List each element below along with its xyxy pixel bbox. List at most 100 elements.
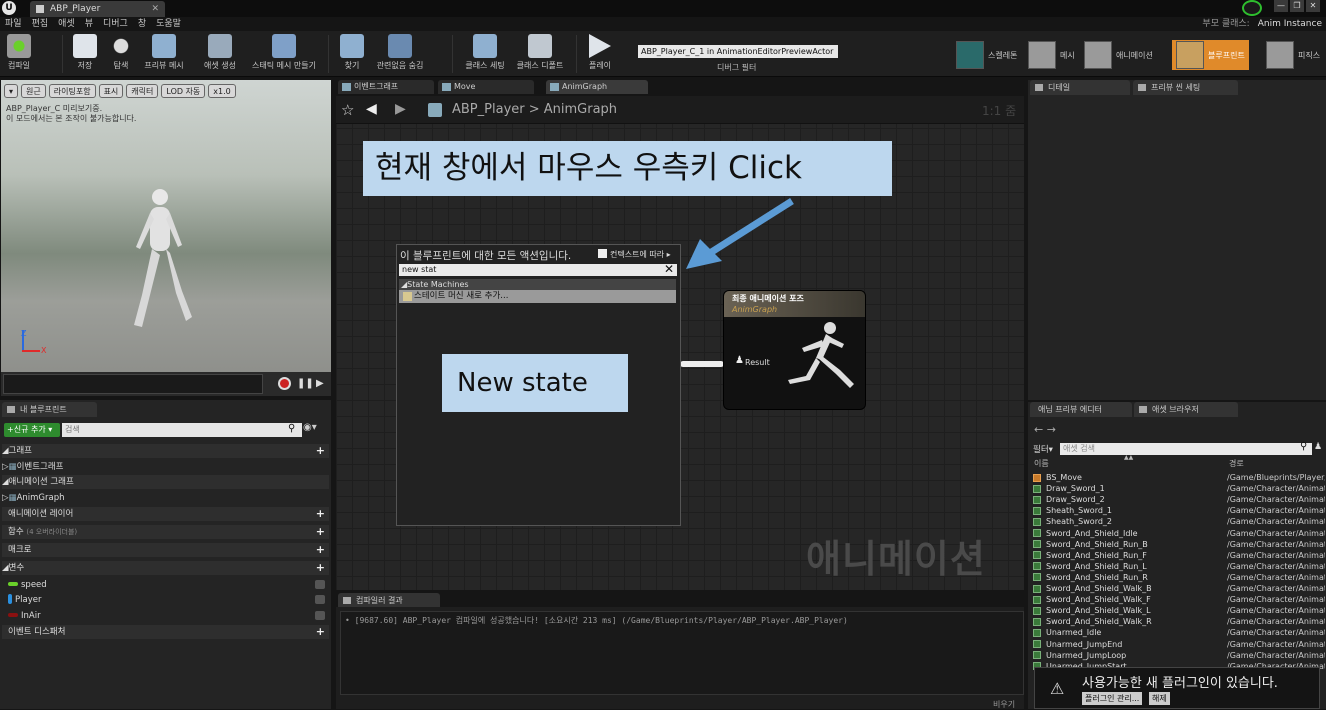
asset-row[interactable]: Sword_And_Shield_Walk_B/Game/Character/A… <box>1033 583 1326 594</box>
close-tab-icon[interactable]: ✕ <box>151 1 159 17</box>
mode-physics[interactable]: 피직스 <box>1266 40 1320 70</box>
forward-arrow-icon[interactable]: ▶ <box>395 101 406 117</box>
compiler-results-tab[interactable]: 컴파일러 결과 <box>338 593 440 608</box>
asset-row[interactable]: Unarmed_Idle/Game/Character/Animat <box>1033 627 1326 638</box>
result-pin-icon[interactable]: ♟ <box>735 355 744 366</box>
variable-row[interactable]: InAir <box>2 609 329 623</box>
minimize-button[interactable]: — <box>1274 0 1288 12</box>
show-button[interactable]: 표시 <box>98 84 124 98</box>
menu-edit[interactable]: 편집 <box>27 17 54 31</box>
details-tab[interactable]: 디테일 <box>1030 80 1130 95</box>
anim-graph-item[interactable]: ▷▦AnimGraph <box>2 491 329 505</box>
category-dispatchers[interactable]: 이벤트 디스패처 + <box>2 625 329 639</box>
context-sensitive-checkbox[interactable] <box>598 249 607 258</box>
lod-button[interactable]: LOD 자동 <box>161 84 206 98</box>
category-variables[interactable]: ◢변수 + <box>2 561 329 575</box>
add-variable-icon[interactable]: + <box>316 561 325 575</box>
mode-mesh[interactable]: 메시 <box>1028 40 1075 70</box>
breadcrumb[interactable]: ABP_Player > AnimGraph <box>452 102 617 117</box>
clear-search-icon[interactable]: ✕ <box>664 262 674 276</box>
anim-preview-editor-tab[interactable]: 애님 프리뷰 에디터 <box>1030 402 1132 417</box>
asset-browser-tab[interactable]: 애셋 브라우저 <box>1134 402 1238 417</box>
menu-view[interactable]: 뷰 <box>80 17 98 31</box>
add-function-icon[interactable]: + <box>316 525 325 539</box>
record-button[interactable] <box>278 377 291 390</box>
make-static-mesh-button[interactable]: 스태틱 메시 만들기 <box>250 34 318 76</box>
compile-button[interactable]: 컴파일 <box>4 34 34 76</box>
my-blueprint-tab[interactable]: 내 블루프린트 <box>2 402 97 417</box>
asset-row[interactable]: Sword_And_Shield_Run_F/Game/Character/An… <box>1033 550 1326 561</box>
perspective-button[interactable]: 원근 <box>21 84 46 98</box>
column-path-header[interactable]: 경로 <box>1229 458 1244 469</box>
category-macros[interactable]: 매크로 + <box>2 543 329 557</box>
asset-row[interactable]: Sword_And_Shield_Run_L/Game/Character/An… <box>1033 561 1326 572</box>
menu-debug[interactable]: 디버그 <box>98 17 133 31</box>
class-settings-button[interactable]: 클래스 세팅 <box>462 34 508 76</box>
add-dispatcher-icon[interactable]: + <box>316 625 325 639</box>
browse-button[interactable]: 탐색 <box>106 34 136 76</box>
category-anim-graphs[interactable]: ◢애니메이션 그래프 <box>2 475 329 489</box>
preview-mesh-button[interactable]: 프리뷰 메시 <box>142 34 186 76</box>
add-layer-icon[interactable]: + <box>316 507 325 521</box>
source-control-icon[interactable] <box>1242 0 1262 16</box>
add-new-button[interactable]: +신규 추가 ▾ <box>4 423 60 437</box>
asset-row[interactable]: Sword_And_Shield_Run_R/Game/Character/An… <box>1033 572 1326 583</box>
asset-row[interactable]: Sword_And_Shield_Idle/Game/Character/Ani… <box>1033 528 1326 539</box>
clear-log-button[interactable]: 비우기 <box>993 699 1015 710</box>
filter-button[interactable]: 필터▾ <box>1033 443 1053 455</box>
menu-file[interactable]: 파일 <box>0 17 27 31</box>
debug-object-select[interactable]: ABP_Player_C_1 in AnimationEditorPreview… <box>638 45 838 58</box>
tab-anim-graph[interactable]: AnimGraph <box>546 80 648 94</box>
tab-move[interactable]: Move <box>438 80 534 94</box>
visibility-icon[interactable] <box>315 595 325 604</box>
add-state-machine-item[interactable]: 스테이트 머신 새로 추가... <box>399 290 676 303</box>
visibility-icon[interactable] <box>315 580 325 589</box>
parent-class-value[interactable]: Anim Instance <box>1258 17 1322 31</box>
maximize-button[interactable]: ❐ <box>1290 0 1304 12</box>
save-button[interactable]: 저장 <box>70 34 100 76</box>
play-button[interactable]: 플레이 <box>586 34 614 76</box>
class-defaults-button[interactable]: 클래스 디폴트 <box>514 34 566 76</box>
hide-unrelated-button[interactable]: 관련없음 숨김 <box>374 34 426 76</box>
dismiss-button[interactable]: 해제 <box>1149 692 1170 705</box>
history-arrows-icon[interactable]: ← → <box>1034 423 1056 436</box>
variable-row[interactable]: speed <box>2 578 329 592</box>
action-search-input[interactable]: new stat <box>399 264 677 276</box>
asset-row[interactable]: Sword_And_Shield_Walk_L/Game/Character/A… <box>1033 605 1326 616</box>
category-functions[interactable]: 함수 (4 오버라이더블) + <box>2 525 329 539</box>
asset-create-button[interactable]: 애셋 생성 <box>198 34 242 76</box>
manage-plugins-button[interactable]: 플러그인 관리... <box>1082 692 1143 705</box>
state-machines-category[interactable]: ◢State Machines <box>399 279 676 290</box>
timeline-scrubber[interactable] <box>3 374 263 394</box>
asset-row[interactable]: Draw_Sword_2/Game/Character/Animat <box>1033 494 1326 505</box>
visibility-icon[interactable] <box>315 611 325 620</box>
tab-event-graph[interactable]: 이벤트그래프 <box>338 80 434 94</box>
find-button[interactable]: 찾기 <box>338 34 366 76</box>
event-graph-item[interactable]: ▷▦이벤트그래프 <box>2 460 329 474</box>
view-options-icon[interactable]: ◉▾ <box>303 422 317 433</box>
speed-button[interactable]: x1.0 <box>208 84 236 98</box>
mode-animation[interactable]: 애니메이션 <box>1084 40 1153 70</box>
menu-help[interactable]: 도움말 <box>151 17 186 31</box>
asset-row[interactable]: Unarmed_JumpLoop/Game/Character/Animat <box>1033 650 1326 661</box>
asset-row[interactable]: Sheath_Sword_2/Game/Character/Animat <box>1033 516 1326 527</box>
viewport-menu-button[interactable]: ▾ <box>4 84 19 98</box>
close-window-button[interactable]: ✕ <box>1306 0 1320 12</box>
menu-window[interactable]: 창 <box>133 17 151 31</box>
document-tab[interactable]: ABP_Player ✕ <box>30 1 165 17</box>
play-forward-button[interactable]: ▶ <box>316 378 324 389</box>
preview-scene-settings-tab[interactable]: 프리뷰 씬 세팅 <box>1133 80 1238 95</box>
asset-row[interactable]: Draw_Sword_1/Game/Character/Animat <box>1033 483 1326 494</box>
person-icon[interactable]: ♟ <box>1314 442 1322 452</box>
pause-button[interactable]: ❚❚ <box>297 378 314 389</box>
lighting-button[interactable]: 라이팅포함 <box>48 84 96 98</box>
mode-blueprint[interactable]: 블루프린트 <box>1172 40 1249 70</box>
add-macro-icon[interactable]: + <box>316 543 325 557</box>
asset-search-input[interactable]: 애셋 검색 <box>1060 443 1312 455</box>
category-graphs[interactable]: ◢그래프 + <box>2 444 329 458</box>
asset-row[interactable]: Sheath_Sword_1/Game/Character/Animat <box>1033 505 1326 516</box>
column-name-header[interactable]: 이름 <box>1034 458 1049 469</box>
back-arrow-icon[interactable]: ◀ <box>366 101 377 117</box>
asset-row[interactable]: Sword_And_Shield_Run_B/Game/Character/An… <box>1033 539 1326 550</box>
asset-row[interactable]: BS_Move/Game/Blueprints/Player/ <box>1033 472 1326 483</box>
